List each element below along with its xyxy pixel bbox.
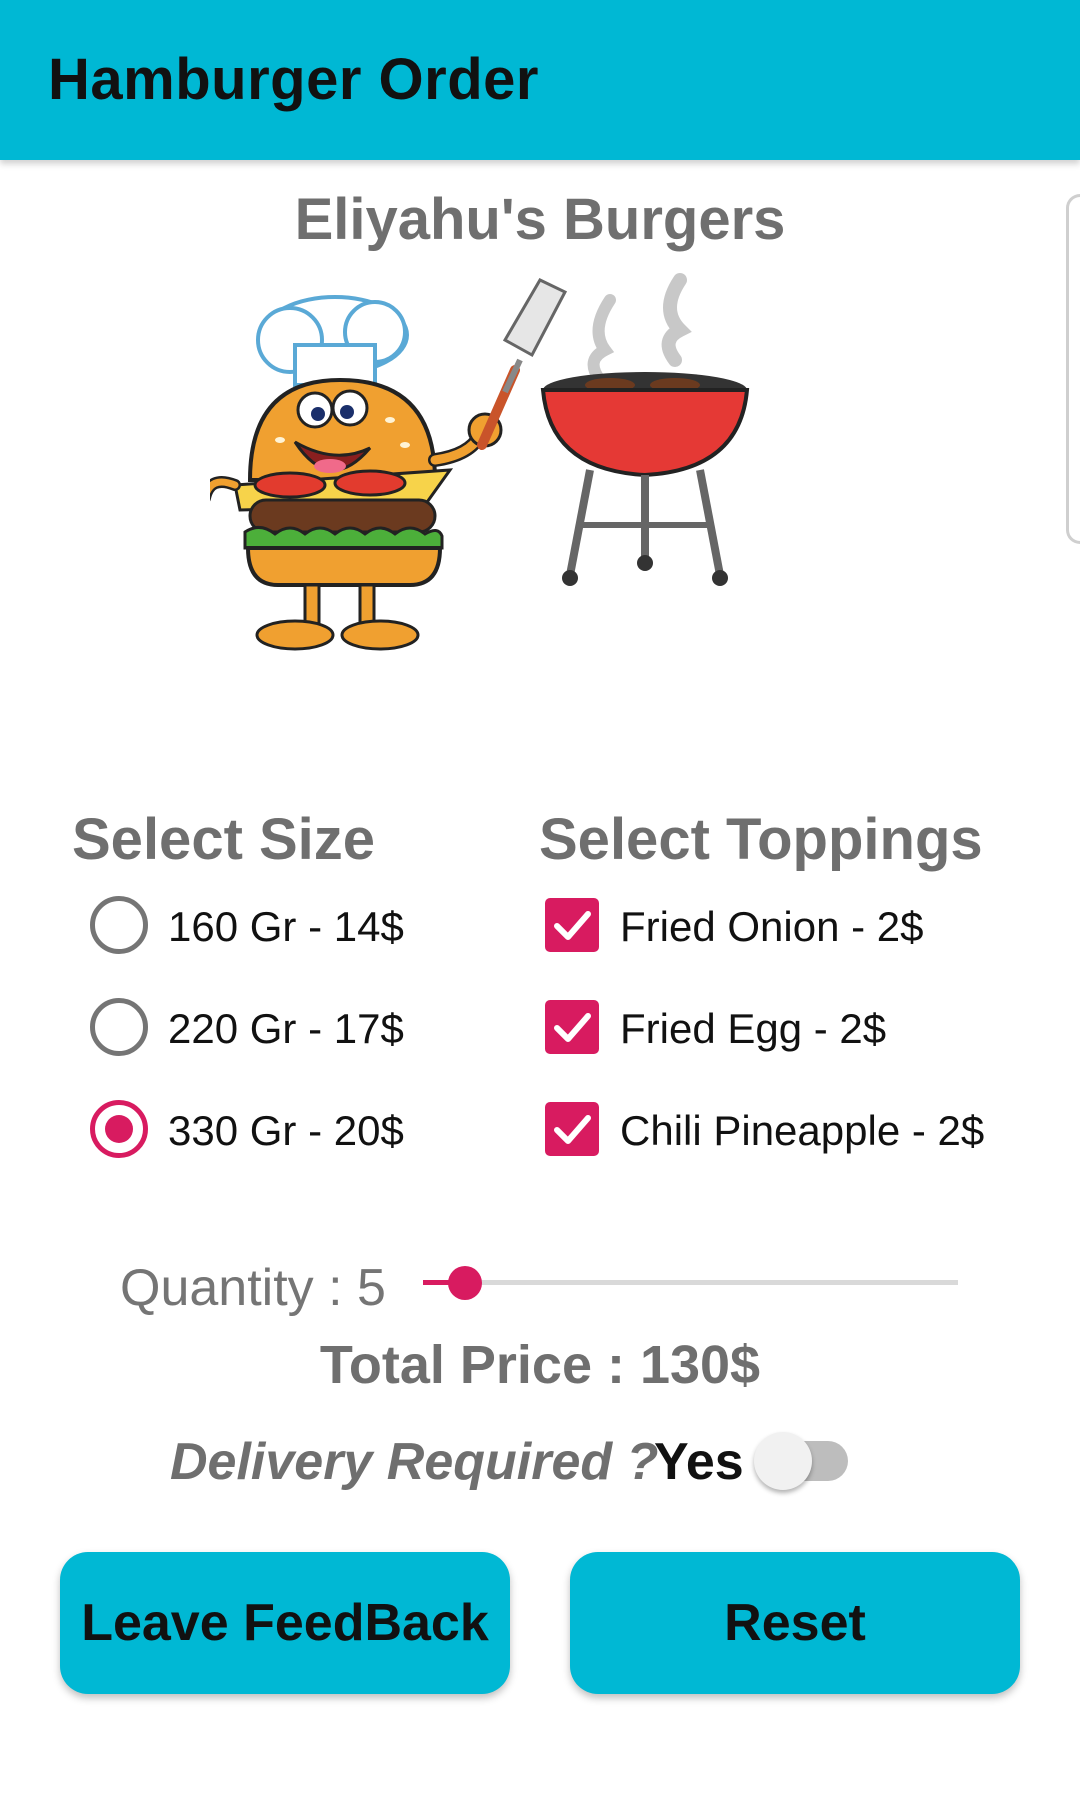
reset-button[interactable]: Reset [570,1552,1020,1694]
app-title: Hamburger Order [48,47,539,112]
topping-option-label: Fried Egg - 2$ [620,1005,887,1052]
total-price: Total Price : 130$ [319,1335,761,1395]
grill-icon [540,372,750,586]
select-toppings-title: Select Toppings [539,807,983,872]
check-icon [554,1115,591,1144]
size-radio-330[interactable] [90,1100,148,1158]
app-bar: Hamburger Order [0,0,1080,160]
size-option-label: 220 Gr - 17$ [168,1005,404,1052]
delivery-switch-thumb[interactable] [754,1432,812,1490]
size-radio-160[interactable] [90,896,148,954]
select-size-title: Select Size [72,807,376,872]
size-option-label: 330 Gr - 20$ [168,1107,404,1154]
size-option-label: 160 Gr - 14$ [168,903,404,950]
topping-option-label: Chili Pineapple - 2$ [620,1107,985,1154]
chef-hat-icon [256,295,409,387]
quantity-slider-track[interactable] [423,1280,958,1285]
topping-checkbox-chili-pineapple[interactable] [545,1102,599,1156]
leave-feedback-button[interactable]: Leave FeedBack [60,1552,510,1694]
check-icon [554,1013,591,1042]
size-radio-220[interactable] [90,998,148,1056]
topping-option-label: Fried Onion - 2$ [620,903,924,950]
quantity-label: Quantity : 5 [120,1259,386,1317]
quantity-slider-thumb[interactable] [448,1266,482,1300]
topping-checkbox-fried-egg[interactable] [545,1000,599,1054]
delivery-switch-label: Yes [654,1433,744,1491]
chef-burger-grill-illustration [210,273,750,651]
shop-title: Eliyahu's Burgers [294,187,786,252]
delivery-question: Delivery Required ? [170,1433,659,1491]
topping-checkbox-fried-onion[interactable] [545,898,599,952]
check-icon [554,911,591,940]
